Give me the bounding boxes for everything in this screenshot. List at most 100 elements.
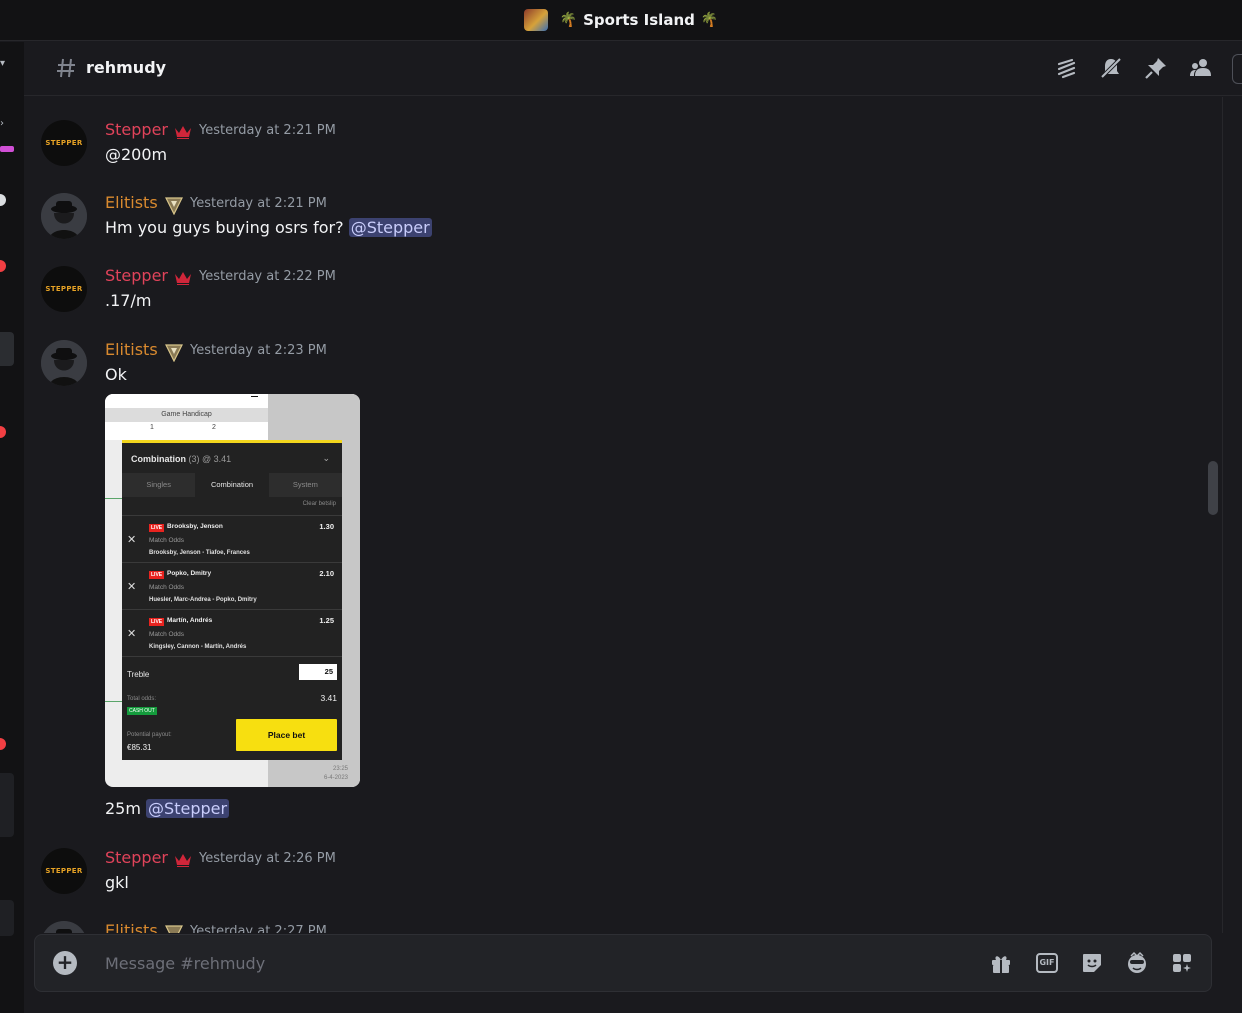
betslip-leg: ✕ LIVE Martín, Andrés Match Odds Kingsle…	[122, 609, 342, 656]
message-item: Elitists Yesterday at 2:21 PM Hm you guy…	[24, 190, 1214, 250]
total-odds-value: 3.41	[320, 693, 337, 703]
avatar[interactable]	[41, 193, 87, 239]
betslip-title-meta: (3) @ 3.41	[188, 454, 232, 464]
message-text: @200m	[105, 145, 168, 164]
avatar[interactable]: STEPPER	[41, 120, 87, 166]
betslip-title-text: Combination	[131, 454, 186, 464]
palm-tree-icon: 🌴	[700, 12, 719, 28]
server-folder[interactable]	[0, 900, 14, 936]
username[interactable]: Stepper	[105, 848, 168, 867]
chevron-down-icon: ⌄	[322, 453, 330, 463]
live-badge: LIVE	[149, 571, 165, 579]
gif-icon[interactable]: GIF	[1036, 953, 1058, 973]
message-content: 25m @Stepper	[105, 799, 230, 818]
betslip-panel: Combination (3) @ 3.41 ⌄ Singles Combina…	[122, 440, 342, 760]
server-logo-icon	[523, 9, 548, 31]
username[interactable]: Elitists	[105, 921, 158, 933]
server-name: Sports Island	[583, 11, 695, 29]
avatar[interactable]	[41, 340, 87, 386]
betslip-title: Combination (3) @ 3.41	[131, 454, 231, 464]
server-title: 🌴 Sports Island 🌴	[0, 9, 1242, 31]
add-server-button[interactable]	[0, 332, 14, 366]
message-item: STEPPER Stepper Yesterday at 2:21 PM @20…	[24, 117, 1214, 177]
timestamp: Yesterday at 2:21 PM	[190, 196, 327, 211]
hooded-figure-icon	[41, 340, 87, 386]
pin-icon[interactable]	[1144, 56, 1168, 80]
message-text: Ok	[105, 365, 127, 384]
tab-system: System	[292, 480, 318, 489]
minus-icon	[251, 396, 258, 397]
mute-bell-icon[interactable]	[1099, 56, 1123, 80]
channel-header: rehmudy	[24, 42, 1242, 96]
bet-type: Treble	[127, 670, 150, 679]
sticker-icon[interactable]	[1080, 951, 1104, 975]
apps-icon[interactable]	[1170, 951, 1194, 975]
leg-event: Huesler, Marc-Andrea - Popko, Dmitry	[149, 597, 257, 603]
leg-event: Kingsley, Cannon - Martín, Andrés	[149, 644, 247, 650]
scroll-track	[1222, 97, 1223, 933]
crown-icon	[175, 126, 191, 139]
notification-badge	[0, 426, 6, 438]
game-handicap-header: Game Handicap	[105, 408, 268, 422]
tab-combination: Combination	[195, 473, 269, 497]
rank-badge-icon	[165, 344, 183, 362]
leg-selection: Martín, Andrés	[167, 617, 213, 624]
message-content: Ok	[105, 365, 127, 384]
stake-field: 25	[299, 664, 337, 680]
chevron-down-icon[interactable]: ▾	[0, 58, 5, 69]
username[interactable]: Stepper	[105, 120, 168, 139]
threads-icon[interactable]	[1054, 56, 1078, 80]
avatar-text: STEPPER	[45, 139, 83, 147]
leg-market: Match Odds	[149, 584, 185, 591]
divider	[105, 498, 122, 499]
close-icon: ✕	[127, 534, 137, 546]
server-icon[interactable]	[0, 146, 14, 152]
image-attachment[interactable]: Game Handicap 1 2 Combination (3) @ 3.41…	[105, 394, 360, 787]
chevron-right-icon[interactable]: ›	[0, 118, 4, 129]
avatar[interactable]: STEPPER	[41, 266, 87, 312]
channel-name: rehmudy	[86, 58, 167, 77]
add-attachment-button[interactable]: +	[53, 951, 77, 975]
crown-icon	[175, 854, 191, 867]
leg-odds: 2.10	[319, 569, 334, 578]
leg-selection: Popko, Dmitry	[167, 570, 212, 577]
message-text: .17/m	[105, 291, 152, 310]
message-list: STEPPER Stepper Yesterday at 2:21 PM @20…	[24, 97, 1222, 933]
place-bet-button: Place bet	[236, 719, 337, 751]
emoji-icon[interactable]	[1125, 951, 1149, 975]
username[interactable]: Elitists	[105, 340, 158, 359]
payout-label: Potential payout:	[127, 732, 172, 738]
server-sidebar: ▾ ›	[0, 42, 24, 1013]
divider	[122, 656, 342, 657]
hooded-figure-icon	[41, 193, 87, 239]
gift-icon[interactable]	[989, 951, 1013, 975]
message-composer: + GIF	[34, 934, 1212, 992]
server-folder[interactable]	[0, 773, 14, 837]
leg-event: Brooksby, Jenson - Tiafoe, Frances	[149, 550, 250, 556]
user-mention[interactable]: @Stepper	[146, 799, 230, 818]
scrollbar[interactable]	[1208, 461, 1218, 515]
screenshot-timestamp: 23:25 6-4-2023	[324, 765, 348, 783]
timestamp: Yesterday at 2:27 PM	[190, 924, 327, 933]
avatar[interactable]: STEPPER	[41, 848, 87, 894]
live-badge: LIVE	[149, 524, 165, 532]
leg-odds: 1.30	[319, 522, 334, 531]
message-text: Hm you guys buying osrs for?	[105, 218, 344, 237]
message-input[interactable]	[105, 947, 965, 979]
timestamp: Yesterday at 2:23 PM	[190, 343, 327, 358]
avatar[interactable]	[41, 921, 87, 933]
column-label: 1	[150, 424, 154, 431]
user-mention[interactable]: @Stepper	[348, 218, 432, 237]
betslip-tabs: Singles Combination System	[122, 473, 342, 497]
avatar-text: STEPPER	[45, 867, 83, 875]
tab-singles: Singles	[146, 480, 171, 489]
search-bar-edge[interactable]	[1232, 54, 1242, 84]
column-label: 2	[212, 424, 216, 431]
live-badge: LIVE	[149, 618, 165, 626]
username[interactable]: Stepper	[105, 266, 168, 285]
notification-badge	[0, 260, 6, 272]
betslip-leg: ✕ LIVE Popko, Dmitry Match Odds Huesler,…	[122, 562, 342, 609]
members-icon[interactable]	[1189, 56, 1213, 80]
username[interactable]: Elitists	[105, 193, 158, 212]
leg-selection: Brooksby, Jenson	[167, 523, 223, 530]
